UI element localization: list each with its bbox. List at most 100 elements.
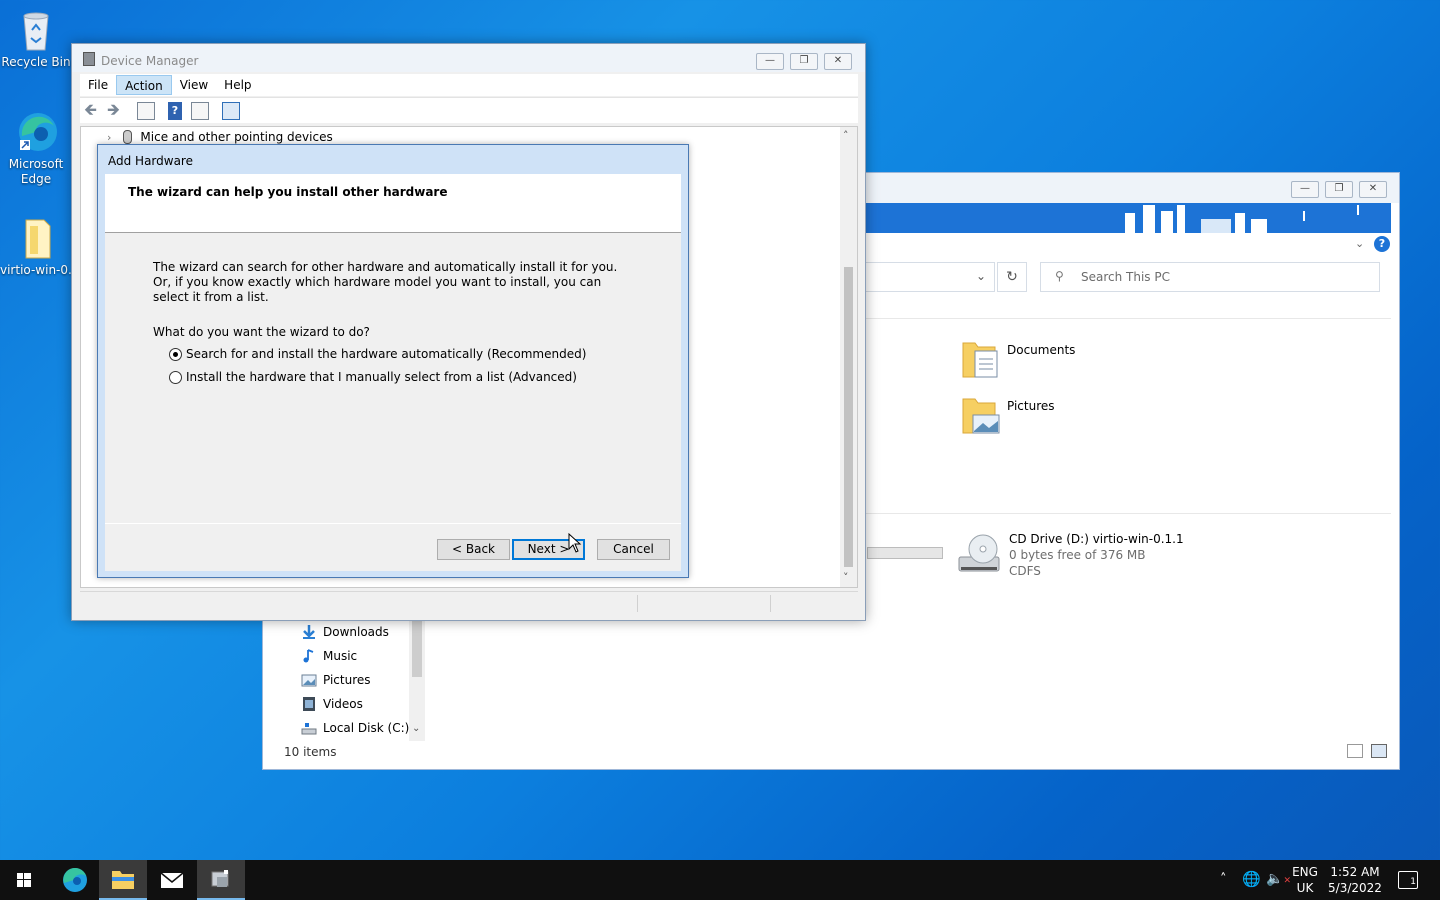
cd-drive-icon	[957, 531, 1003, 575]
pictures-icon	[301, 672, 317, 688]
properties-view-icon[interactable]	[137, 102, 155, 120]
refresh-button[interactable]: ↻	[997, 262, 1027, 292]
desktop-icon-label: Recycle Bin	[1, 55, 71, 69]
back-arrow-icon[interactable]: 🡸	[84, 102, 102, 120]
desktop-icon-recycle-bin[interactable]: Recycle Bin	[0, 8, 72, 70]
menu-file[interactable]: File	[80, 75, 116, 95]
nav-item-pictures[interactable]: Pictures	[301, 669, 371, 691]
large-icons-view-icon[interactable]	[1371, 744, 1387, 758]
scan-hardware-icon[interactable]	[222, 102, 240, 120]
nav-item-label: Downloads	[323, 625, 389, 639]
menu-action[interactable]: Action	[116, 75, 172, 95]
devmgr-minimize-button[interactable]: —	[756, 53, 784, 70]
desktop-icon-virtio[interactable]: virtio-win-0...	[0, 216, 72, 278]
option-label: Install the hardware that I manually sel…	[186, 370, 577, 384]
menu-view[interactable]: View	[172, 75, 216, 95]
search-input[interactable]: ⚲ Search This PC	[1040, 262, 1380, 292]
nav-item-music[interactable]: Music	[301, 645, 357, 667]
option-search-automatically[interactable]: Search for and install the hardware auto…	[169, 347, 586, 361]
navigation-scrollbar[interactable]: ⌄	[409, 619, 425, 741]
scroll-down-arrow-icon[interactable]: ˅	[843, 571, 849, 584]
scroll-up-arrow-icon[interactable]: ˄	[843, 129, 849, 142]
notification-count: 1	[1410, 877, 1416, 887]
devmgr-close-button[interactable]: ✕	[824, 53, 852, 70]
mouse-icon	[123, 130, 133, 144]
ribbon-expand-icon[interactable]: ⌄	[1355, 237, 1364, 250]
desktop-icon-label: virtio-win-0...	[0, 263, 72, 277]
device-tree-scrollbar[interactable]: ˄ ˅	[840, 127, 857, 587]
nav-item-local-disk[interactable]: Local Disk (C:)	[301, 717, 409, 739]
taskbar-file-explorer[interactable]	[99, 860, 147, 900]
pictures-folder-icon	[961, 393, 1001, 437]
navigation-pane[interactable]: Downloads Music Pictures Videos Local Di…	[263, 619, 425, 741]
details-view-icon[interactable]	[1347, 744, 1363, 758]
clock[interactable]: 1:52 AM 5/3/2022	[1326, 864, 1384, 896]
devmgr-maximize-button[interactable]: ❐	[790, 53, 818, 70]
tree-item-mice[interactable]: › Mice and other pointing devices	[107, 130, 333, 144]
device-manager-title: Device Manager	[101, 54, 199, 68]
clock-date: 5/3/2022	[1328, 881, 1382, 895]
help-book-icon[interactable]: ?	[168, 102, 182, 120]
menu-bar: File Action View Help	[80, 74, 858, 96]
desktop-icon-edge[interactable]: Microsoft Edge	[0, 110, 72, 187]
documents-folder-icon	[961, 337, 1001, 381]
toolbar: 🡸 🡺 ?	[80, 97, 858, 123]
show-hidden-icons-chevron-icon[interactable]: ˄	[1220, 872, 1227, 888]
edge-icon	[14, 110, 58, 154]
wizard-description: The wizard can search for other hardware…	[153, 260, 618, 304]
radio-button-selected[interactable]	[169, 347, 182, 361]
nav-item-downloads[interactable]: Downloads	[301, 621, 389, 643]
add-hardware-dialog[interactable]: Add Hardware The wizard can help you ins…	[97, 144, 689, 578]
back-button[interactable]: < Back	[437, 539, 510, 560]
volume-muted-icon[interactable]: 🔈✕	[1266, 871, 1291, 889]
help-icon[interactable]: ?	[1374, 236, 1390, 252]
option-label: Search for and install the hardware auto…	[186, 347, 587, 361]
folder-documents[interactable]: Documents	[961, 337, 1075, 381]
expand-chevron-icon[interactable]: ›	[107, 131, 111, 144]
nav-item-label: Pictures	[323, 673, 371, 687]
details-pane-icon[interactable]	[191, 102, 209, 120]
drive-filesystem: CDFS	[1009, 564, 1041, 578]
explorer-maximize-button[interactable]: ❐	[1325, 181, 1353, 198]
notification-center-icon[interactable]: 1	[1398, 871, 1418, 889]
nav-item-label: Local Disk (C:)	[323, 721, 410, 735]
forward-arrow-icon[interactable]: 🡺	[107, 102, 125, 120]
folder-label: Pictures	[1007, 399, 1055, 413]
radio-button[interactable]	[169, 370, 182, 384]
scroll-down-arrow-icon[interactable]: ⌄	[412, 723, 420, 734]
iso-file-icon	[14, 216, 58, 260]
search-placeholder: Search This PC	[1081, 270, 1170, 284]
drive-progress-bar	[867, 547, 943, 559]
mouse-cursor-icon	[568, 532, 582, 556]
dialog-separator	[105, 523, 681, 524]
taskbar-mail[interactable]	[148, 860, 196, 900]
option-manual-select[interactable]: Install the hardware that I manually sel…	[169, 370, 577, 384]
drive-name: CD Drive (D:) virtio-win-0.1.1	[1009, 532, 1184, 546]
drive-cd-d[interactable]: CD Drive (D:) virtio-win-0.1.1 0 bytes f…	[957, 531, 1184, 579]
input-language-indicator[interactable]: ENG UK	[1290, 864, 1320, 896]
desktop-icon-label: Microsoft Edge	[8, 157, 64, 186]
network-icon[interactable]: 🌐	[1242, 871, 1261, 887]
taskbar-device-manager[interactable]	[197, 860, 245, 900]
start-button[interactable]	[0, 860, 48, 900]
explorer-minimize-button[interactable]: —	[1291, 181, 1319, 198]
dialog-title: Add Hardware	[108, 154, 193, 168]
download-icon	[301, 624, 317, 640]
taskbar-edge[interactable]	[51, 860, 99, 900]
device-manager-statusbar	[80, 591, 858, 613]
address-dropdown-icon[interactable]: ⌄	[976, 269, 986, 283]
language-code: ENG	[1292, 865, 1318, 879]
nav-item-videos[interactable]: Videos	[301, 693, 363, 715]
scrollbar-thumb[interactable]	[844, 267, 853, 567]
cancel-button[interactable]: Cancel	[597, 539, 670, 560]
wizard-question: What do you want the wizard to do?	[153, 325, 370, 339]
folder-pictures[interactable]: Pictures	[961, 393, 1055, 437]
nav-item-label: Videos	[323, 697, 363, 711]
drive-free-space: 0 bytes free of 376 MB	[1009, 548, 1146, 562]
nav-item-label: Music	[323, 649, 358, 663]
recycle-bin-icon	[14, 8, 58, 52]
explorer-close-button[interactable]: ✕	[1359, 181, 1387, 198]
clock-time: 1:52 AM	[1330, 865, 1380, 879]
device-manager-titlebar[interactable]: Device Manager	[72, 44, 865, 72]
menu-help[interactable]: Help	[216, 75, 259, 95]
